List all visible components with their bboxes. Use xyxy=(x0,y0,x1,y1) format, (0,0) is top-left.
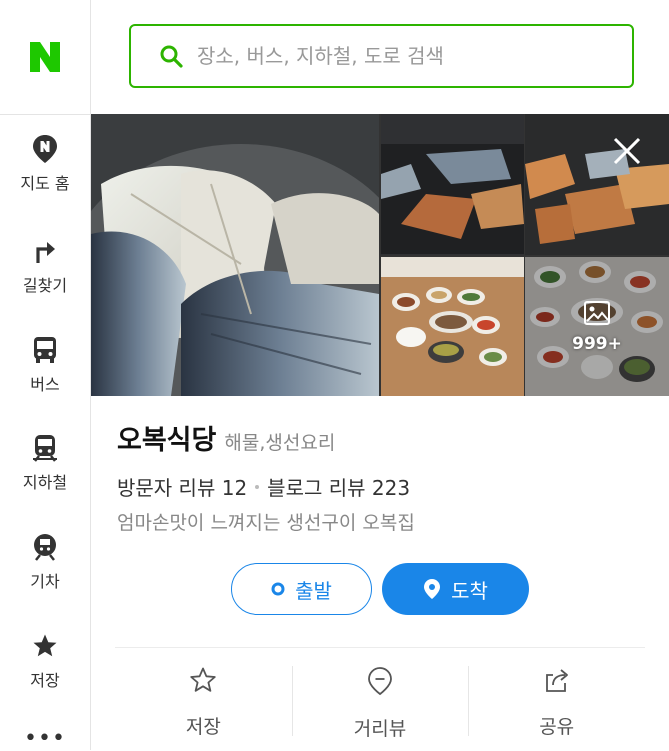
place-title-row: 오복식당 해물,생선요리 xyxy=(117,418,335,457)
location-pin-icon xyxy=(423,578,441,600)
action-bar: 저장 거리뷰 공유 xyxy=(115,648,645,750)
photo-grilled-fish-1[interactable] xyxy=(381,114,524,255)
sidebar-item-saved[interactable]: 저장 xyxy=(0,633,90,691)
visitor-reviews-link[interactable]: 방문자 리뷰 12 xyxy=(117,472,247,501)
photo-main[interactable] xyxy=(91,114,379,396)
streetview-pin-icon xyxy=(367,666,393,700)
image-gallery-icon xyxy=(583,300,611,330)
sidebar-item-map-home[interactable]: 지도 홈 xyxy=(0,135,90,194)
review-summary: 방문자 리뷰 12 블로그 리뷰 223 xyxy=(117,472,410,501)
search-icon xyxy=(159,44,183,68)
place-description: 엄마손맛이 느껴지는 생선구이 오복집 xyxy=(117,512,415,534)
naver-n-logo-icon xyxy=(30,42,60,72)
sidebar-item-label: 지도 홈 xyxy=(20,174,70,193)
directions-arrive-button[interactable]: 도착 xyxy=(382,563,529,615)
subway-icon xyxy=(32,435,58,462)
place-name[interactable]: 오복식당 xyxy=(117,418,216,457)
photo-side-dishes[interactable] xyxy=(381,257,524,396)
close-icon xyxy=(612,136,642,170)
separator-dot xyxy=(255,484,260,489)
streetview-button[interactable]: 거리뷰 xyxy=(291,648,469,750)
blog-reviews-link[interactable]: 블로그 리뷰 223 xyxy=(267,472,410,501)
search-box[interactable] xyxy=(129,24,634,88)
start-circle-icon xyxy=(271,582,285,596)
bus-icon xyxy=(32,337,58,363)
place-category: 해물,생선요리 xyxy=(224,432,336,454)
more-menu-icon[interactable]: ••• xyxy=(0,728,90,750)
star-filled-icon xyxy=(32,633,58,659)
start-label: 출발 xyxy=(295,578,332,603)
star-outline-icon xyxy=(189,666,217,698)
sidebar: 지도 홈 길찾기 버스 지하철 기차 저장 ••• xyxy=(0,0,91,750)
arrive-label: 도착 xyxy=(451,578,488,603)
share-label: 공유 xyxy=(539,716,575,738)
close-button[interactable] xyxy=(605,131,649,175)
more-photos-overlay[interactable]: 999+ xyxy=(525,257,669,396)
map-pin-n-icon xyxy=(32,135,58,163)
directions-start-button[interactable]: 출발 xyxy=(231,563,372,615)
sidebar-item-train[interactable]: 기차 xyxy=(0,534,90,592)
streetview-label: 거리뷰 xyxy=(353,718,407,740)
sidebar-item-label: 저장 xyxy=(30,671,60,690)
sidebar-item-subway[interactable]: 지하철 xyxy=(0,435,90,493)
naver-logo[interactable] xyxy=(0,0,90,115)
share-icon xyxy=(543,666,571,698)
save-label: 저장 xyxy=(185,716,221,738)
sidebar-item-label: 지하철 xyxy=(22,473,68,492)
sidebar-item-label: 버스 xyxy=(30,375,60,394)
sidebar-item-label: 길찾기 xyxy=(22,276,68,295)
sidebar-item-directions[interactable]: 길찾기 xyxy=(0,238,90,296)
search-input[interactable] xyxy=(195,43,599,69)
train-icon xyxy=(32,534,58,561)
turn-right-arrow-icon xyxy=(32,238,58,264)
share-button[interactable]: 공유 xyxy=(468,648,645,750)
sidebar-item-bus[interactable]: 버스 xyxy=(0,337,90,395)
photo-count-badge: 999+ xyxy=(572,333,622,354)
sidebar-item-label: 기차 xyxy=(30,572,60,591)
save-button[interactable]: 저장 xyxy=(115,648,292,750)
